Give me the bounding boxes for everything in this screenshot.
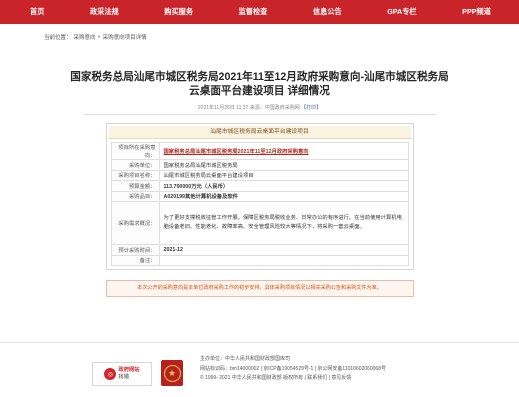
nav-gpa[interactable]: GPA专栏 bbox=[387, 7, 416, 17]
article-meta: 2021年11月26日 11:37 来源：中国政府采购网 【打印】 bbox=[0, 104, 519, 111]
row-value bbox=[158, 254, 409, 267]
row-key: 项目所在采购意向： bbox=[110, 142, 160, 161]
gov-site-error-report-badge[interactable]: ◎ 政府网站 找错 bbox=[92, 362, 152, 386]
row-value: A020199其他计算机设备及软件 bbox=[158, 190, 409, 203]
footer-records: 网站标识码：bm14000002 | 京ICP备19054529号-1 | 京公… bbox=[200, 365, 386, 375]
nav-regulations[interactable]: 政采法规 bbox=[90, 7, 119, 17]
badge-subtitle: 找错 bbox=[118, 374, 129, 380]
breadcrumb-prefix: 当前位置： bbox=[44, 35, 72, 41]
party-emblem-icon[interactable]: ★ bbox=[161, 360, 183, 386]
nav-purchase-services[interactable]: 购买服务 bbox=[164, 7, 193, 17]
publish-date: 2021年11月26日 11:37 bbox=[197, 105, 249, 112]
row-value: 汕尾市城区税务局云桌面平台建设项目 bbox=[158, 169, 409, 182]
detail-table: 项目所在采购意向： 国家税务总局汕尾市城区税务局2021年11至12月政府采购意… bbox=[110, 142, 409, 267]
site-id: 网站标识码：bm14000002 bbox=[200, 365, 260, 372]
copyright: © 1999- 2021 中华人民共和国财政部 版权所有 bbox=[200, 375, 304, 382]
nav-supervision[interactable]: 监督检查 bbox=[239, 7, 268, 17]
table-row: 采购项目名称： 汕尾市城区税务局云桌面平台建设项目 bbox=[110, 169, 409, 182]
row-key: 预计采购时间： bbox=[110, 244, 160, 256]
meta-divider bbox=[83, 114, 436, 116]
detail-box: 汕尾市城区税务局云桌面平台建设项目 项目所在采购意向： 国家税务总局汕尾市城区税… bbox=[105, 123, 414, 271]
row-key: 备注： bbox=[110, 254, 160, 267]
row-key: 采购项目名称： bbox=[110, 169, 160, 182]
row-value: 为了更好支撑税收征管工作开展，保障区税务局税收业务、日常办公的有序进行。在当前使… bbox=[158, 201, 409, 246]
icp-record[interactable]: 京ICP备19054529号-1 bbox=[263, 366, 313, 372]
footer-info: 主办单位：中华人民共和国财政部国库司 网站标识码：bm14000002 | 京I… bbox=[200, 355, 386, 384]
table-row: 采购品目： A020199其他计算机设备及软件 bbox=[110, 190, 409, 203]
separator: | bbox=[304, 375, 306, 382]
detail-header: 汕尾市城区税务局云桌面平台建设项目 bbox=[108, 126, 411, 140]
table-row: 备注： bbox=[110, 254, 409, 267]
row-key: 采购需求概况： bbox=[110, 201, 160, 246]
badge-title: 政府网站 bbox=[118, 367, 140, 373]
footer-copyright-row: © 1999- 2021 中华人民共和国财政部 版权所有 | 联系我们 | 意见… bbox=[200, 374, 386, 384]
table-row: 项目所在采购意向： 国家税务总局汕尾市城区税务局2021年11至12月政府采购意… bbox=[110, 142, 409, 161]
source: 来源：中国政府采购网 bbox=[249, 105, 300, 112]
page-title-line1: 国家税务总局汕尾市城区税务局2021年11至12月政府采购意向-汕尾市城区税务局 bbox=[70, 71, 449, 83]
table-row: 预算金额： 113.700000万元（人民币） bbox=[110, 180, 409, 192]
nav-announcements[interactable]: 信息公告 bbox=[313, 7, 342, 17]
print-link[interactable]: 【打印】 bbox=[301, 105, 321, 111]
table-row: 预计采购时间： 2021-12 bbox=[110, 244, 409, 256]
separator: | bbox=[328, 375, 330, 382]
feedback-link[interactable]: 意见反馈 bbox=[331, 375, 351, 381]
separator: | bbox=[260, 365, 262, 372]
footer-divider bbox=[0, 342, 519, 343]
row-key: 采购品目： bbox=[110, 190, 160, 203]
badge-text: 政府网站 找错 bbox=[118, 367, 139, 381]
nav-home[interactable]: 首页 bbox=[30, 7, 44, 17]
contact-us-link[interactable]: 联系我们 bbox=[307, 375, 327, 381]
row-value: 国家税务总局汕尾市城区税务局2021年11至12月政府采购意向 bbox=[158, 142, 409, 161]
footer-sponsor: 主办单位：中华人民共和国财政部国库司 bbox=[200, 356, 291, 362]
disclaimer-notice: 本次公开的采购意向是本单位政府采购工作的初步安排，具体采购项目情况以相关采购公告… bbox=[105, 280, 414, 298]
row-value: 113.700000万元（人民币） bbox=[158, 180, 409, 192]
row-value: 国家税务总局汕尾市城区税务局 bbox=[158, 159, 409, 171]
breadcrumb-link-intent[interactable]: 采购意向 bbox=[74, 33, 96, 41]
row-key: 预算金额： bbox=[110, 180, 160, 192]
intent-link[interactable]: 国家税务总局汕尾市城区税务局2021年11至12月政府采购意向 bbox=[164, 149, 309, 155]
police-record[interactable]: 京公网安备11010602060068号 bbox=[317, 366, 386, 372]
breadcrumb-current: 采购意向项目详情 bbox=[102, 35, 147, 41]
breadcrumb-separator: » bbox=[97, 34, 101, 40]
table-row: 采购单位： 国家税务总局汕尾市城区税务局 bbox=[110, 159, 409, 171]
page-title-line2: 云桌面平台建设项目 详细情况 bbox=[189, 84, 330, 97]
page-title: 国家税务总局汕尾市城区税务局2021年11至12月政府采购意向-汕尾市城区税务局… bbox=[0, 71, 519, 98]
gov-site-icon: ◎ bbox=[104, 368, 117, 380]
breadcrumb: 当前位置： 采购意向 » 采购意向项目详情 bbox=[44, 33, 519, 41]
row-key: 采购单位： bbox=[110, 159, 160, 171]
top-nav: 首页 政采法规 购买服务 监督检查 信息公告 GPA专栏 PPP频道 bbox=[0, 0, 519, 24]
table-row: 采购需求概况： 为了更好支撑税收征管工作开展，保障区税务局税收业务、日常办公的有… bbox=[110, 201, 409, 246]
emblem-star-icon: ★ bbox=[163, 364, 181, 382]
separator: | bbox=[314, 365, 317, 372]
nav-ppp[interactable]: PPP频道 bbox=[462, 7, 491, 17]
row-value: 2021-12 bbox=[158, 244, 409, 256]
